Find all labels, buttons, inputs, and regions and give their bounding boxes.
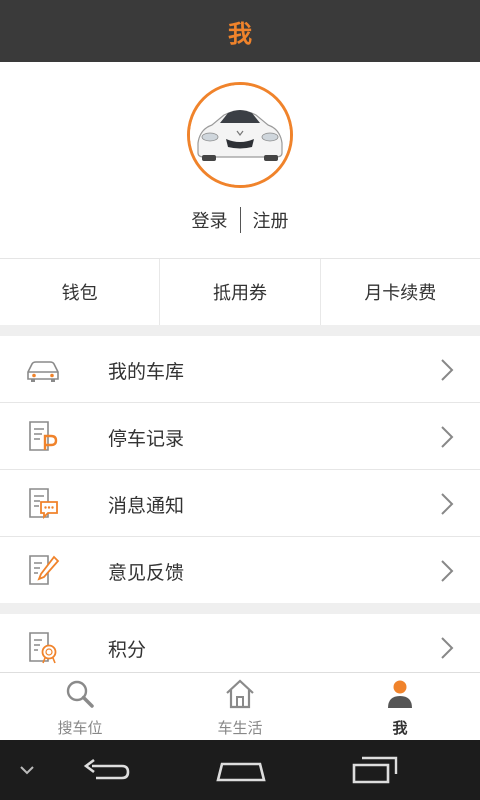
auth-links: 登录 注册 — [0, 206, 480, 234]
bottom-tab-bar: 搜车位 车生活 我 — [0, 672, 480, 741]
car-avatar-icon — [190, 85, 290, 185]
chevron-right-icon — [441, 426, 454, 448]
menu-item-points[interactable]: 积分 — [0, 614, 480, 680]
tab-search-parking[interactable]: 搜车位 — [0, 673, 160, 741]
avatar[interactable] — [187, 82, 293, 188]
top-bar: 我 — [0, 0, 480, 62]
chevron-right-icon — [441, 493, 454, 515]
chevron-down-icon[interactable] — [18, 764, 36, 776]
home-icon — [226, 679, 254, 709]
menu-item-garage[interactable]: 我的车库 — [0, 336, 480, 403]
menu-item-notifications[interactable]: 消息通知 — [0, 470, 480, 537]
menu-group-main: 我的车库 停车记录 消息通知 意见反馈 — [0, 336, 480, 603]
register-link[interactable]: 注册 — [241, 207, 301, 233]
menu-label: 停车记录 — [108, 428, 185, 450]
home-button-icon[interactable] — [214, 758, 268, 784]
person-icon — [388, 680, 412, 708]
profile-section: 登录 注册 — [0, 62, 480, 258]
system-navigation-bar — [0, 740, 480, 800]
menu-item-parking-records[interactable]: 停车记录 — [0, 403, 480, 470]
quick-actions: 钱包 抵用券 月卡续费 — [0, 258, 480, 325]
login-link[interactable]: 登录 — [180, 207, 240, 233]
feedback-icon — [29, 555, 60, 585]
monthly-card-renew-button[interactable]: 月卡续费 — [321, 259, 480, 325]
menu-label: 消息通知 — [108, 495, 185, 517]
tab-label: 我 — [392, 719, 408, 737]
tab-me[interactable]: 我 — [320, 673, 480, 741]
points-icon — [29, 632, 57, 664]
menu-group-secondary: 积分 — [0, 614, 480, 680]
menu-label: 我的车库 — [108, 361, 185, 383]
menu-item-feedback[interactable]: 意见反馈 — [0, 537, 480, 603]
tab-label: 车生活 — [217, 719, 263, 737]
wallet-button[interactable]: 钱包 — [0, 259, 161, 325]
parking-record-icon — [29, 421, 58, 451]
car-icon — [27, 361, 59, 382]
tab-car-life[interactable]: 车生活 — [160, 673, 320, 741]
tab-label: 搜车位 — [57, 719, 103, 737]
menu-label: 积分 — [108, 639, 147, 661]
coupon-button[interactable]: 抵用券 — [160, 259, 321, 325]
menu-label: 意见反馈 — [108, 562, 185, 584]
chevron-right-icon — [441, 637, 454, 659]
search-icon — [66, 680, 94, 708]
recent-apps-icon[interactable] — [350, 754, 400, 786]
page-title: 我 — [228, 19, 252, 48]
back-icon[interactable] — [82, 758, 132, 784]
chevron-right-icon — [441, 359, 454, 381]
message-icon — [29, 488, 58, 520]
chevron-right-icon — [441, 560, 454, 582]
